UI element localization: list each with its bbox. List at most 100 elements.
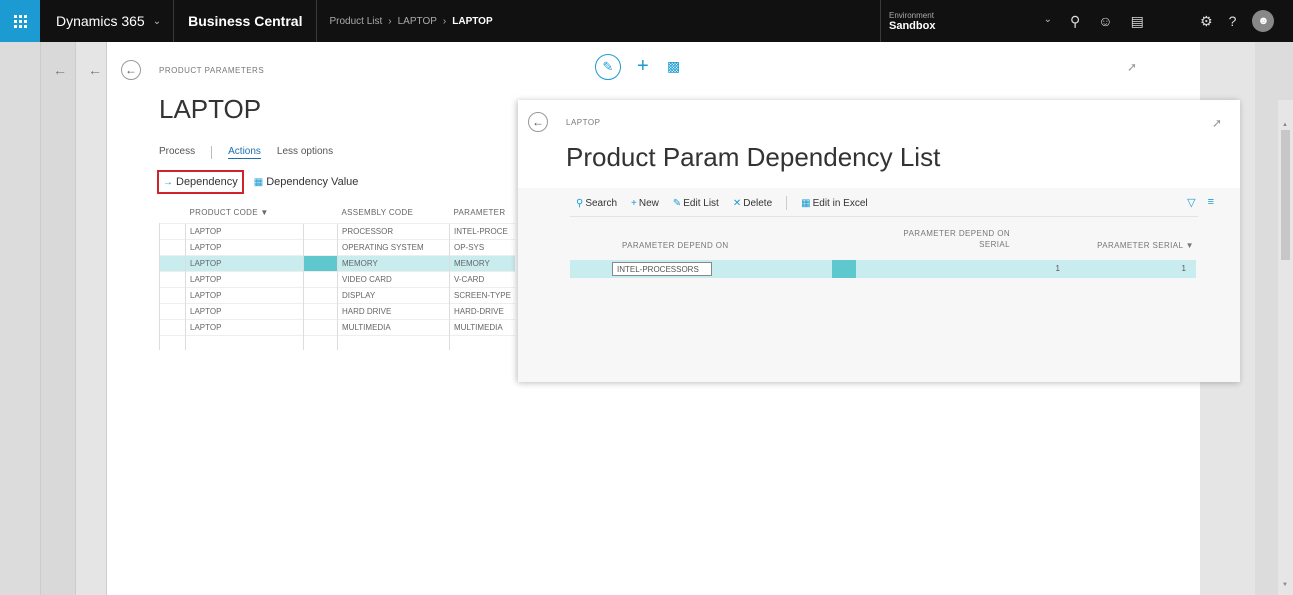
action-menu: Process Actions Less options (159, 146, 333, 159)
app-name[interactable]: Business Central (174, 13, 316, 29)
table-row[interactable]: LAPTOP MULTIMEDIA MULTIMEDIA (159, 319, 515, 336)
dependency-value-label: Dependency Value (266, 176, 359, 188)
table-row[interactable]: LAPTOP HARD DRIVE HARD-DRIVE (159, 303, 515, 320)
back-button[interactable]: ← (121, 60, 141, 80)
row-selector[interactable] (159, 287, 186, 304)
cell-product[interactable]: LAPTOP (185, 303, 304, 320)
cell-product[interactable]: LAPTOP (185, 287, 304, 304)
table-row-selected[interactable]: INTEL-PROCESSORS 1 1 (570, 260, 1196, 278)
cell-assembly[interactable]: VIDEO CARD (337, 271, 450, 288)
column-header-product-code[interactable]: PRODUCT CODE ▼ (186, 202, 304, 224)
lightbulb-icon[interactable]: ⚲ (1070, 13, 1080, 30)
column-header-depend-on[interactable]: PARAMETER DEPEND ON (622, 241, 729, 250)
row-selector[interactable] (159, 319, 186, 336)
breadcrumb-item[interactable]: LAPTOP (398, 16, 437, 27)
cell-assembly[interactable]: MEMORY (337, 255, 450, 272)
app-launcher-button[interactable] (0, 0, 40, 42)
table-row[interactable]: LAPTOP DISPLAY SCREEN-TYPE (159, 287, 515, 304)
edit-in-excel-button[interactable]: ▦ Edit in Excel (801, 198, 867, 209)
delete-button[interactable]: ✕ Delete (733, 198, 772, 209)
gear-icon[interactable]: ⚙ (1200, 13, 1213, 30)
cell-marker (303, 271, 338, 288)
row-selector[interactable] (159, 271, 186, 288)
smiley-icon[interactable]: ☺ (1098, 13, 1112, 29)
cell-parameter[interactable]: INTEL-PROCE (448, 223, 515, 240)
menu-less-options[interactable]: Less options (277, 146, 333, 159)
brand-switcher[interactable]: Dynamics 365 ⌄ (40, 13, 173, 29)
cell-assembly[interactable]: MULTIMEDIA (337, 319, 450, 336)
cell-marker (303, 319, 338, 336)
column-header (160, 202, 186, 224)
column-header-assembly-code[interactable]: ASSEMBLY CODE (338, 202, 450, 224)
table-row[interactable]: LAPTOP OPERATING SYSTEM OP-SYS (159, 239, 515, 256)
column-header-serial[interactable]: PARAMETER SERIAL ▼ (1038, 241, 1194, 250)
help-icon[interactable]: ? (1229, 13, 1237, 29)
row-selector[interactable] (159, 335, 186, 350)
cell-product[interactable]: LAPTOP (185, 271, 304, 288)
cell-parameter[interactable]: MEMORY (448, 255, 515, 272)
cell-parameter[interactable]: SCREEN-TYPE (448, 287, 515, 304)
row-selector[interactable] (159, 239, 186, 256)
table-row[interactable] (159, 335, 515, 350)
cell-parameter[interactable] (448, 335, 515, 350)
table-row[interactable]: LAPTOP PROCESSOR INTEL-PROCE (159, 223, 515, 240)
cell-parameter[interactable]: OP-SYS (448, 239, 515, 256)
depend-on-input[interactable]: INTEL-PROCESSORS (612, 262, 712, 276)
cell-parameter[interactable]: HARD-DRIVE (448, 303, 515, 320)
cell-product[interactable]: LAPTOP (185, 255, 304, 272)
cell-assembly[interactable] (337, 335, 450, 350)
row-selector[interactable] (159, 255, 186, 272)
waffle-icon (13, 14, 27, 28)
scroll-down-icon[interactable]: ▼ (1282, 582, 1288, 588)
back-arrow-icon[interactable]: ← (88, 62, 102, 78)
cell-product[interactable] (185, 335, 304, 350)
notes-icon[interactable]: ▤ (1131, 13, 1144, 30)
cell-marker (303, 239, 338, 256)
cell-product[interactable]: LAPTOP (185, 239, 304, 256)
cell-parameter[interactable]: V-CARD (448, 271, 515, 288)
new-button[interactable]: + (637, 55, 649, 78)
scroll-up-icon[interactable]: ▲ (1282, 122, 1288, 128)
environment-selector[interactable]: Environment Sandbox ⌄ (880, 0, 1060, 42)
cell-parameter[interactable]: MULTIMEDIA (448, 319, 515, 336)
cell-serial[interactable]: 1 (1090, 264, 1186, 273)
avatar[interactable]: ☻ (1252, 10, 1275, 32)
column-header-parameter[interactable]: PARAMETER (450, 202, 515, 224)
cell-assembly[interactable]: OPERATING SYSTEM (337, 239, 450, 256)
edit-list-label: Edit List (683, 197, 719, 209)
new-button[interactable]: + New (631, 198, 659, 209)
edit-list-button[interactable]: ✎ Edit List (673, 198, 719, 209)
row-selector[interactable] (159, 303, 186, 320)
row-selector[interactable] (159, 223, 186, 240)
cell-assembly[interactable]: HARD DRIVE (337, 303, 450, 320)
cell-assembly[interactable]: PROCESSOR (337, 223, 450, 240)
expand-icon[interactable]: ➚ (1127, 60, 1137, 74)
dependency-icon: → (163, 176, 173, 188)
topbar-icons-right: ⚙ ? ☻ (1200, 0, 1275, 42)
cell-depend-on-serial[interactable]: 1 (970, 264, 1060, 273)
dependency-value-button[interactable]: ▦ Dependency Value (254, 176, 359, 188)
scrollbar-thumb[interactable] (1281, 130, 1290, 260)
table-row[interactable]: LAPTOP VIDEO CARD V-CARD (159, 271, 515, 288)
page-title: LAPTOP (159, 94, 262, 124)
edit-button[interactable]: ✎ (595, 54, 621, 80)
breadcrumb-separator-icon: › (388, 15, 392, 27)
menu-process[interactable]: Process (159, 146, 195, 159)
menu-actions[interactable]: Actions (228, 146, 261, 159)
filter-icon[interactable]: ▽ (1187, 196, 1195, 209)
delete-icon[interactable]: ▩ (667, 58, 680, 75)
dependency-button[interactable]: → Dependency (157, 170, 244, 194)
list-view-icon[interactable]: ≡ (1208, 196, 1214, 209)
column-header-depend-on-serial[interactable]: PARAMETER DEPEND ON SERIAL (866, 228, 1010, 250)
back-arrow-icon[interactable]: ← (53, 62, 67, 78)
breadcrumb-item[interactable]: Product List (329, 16, 382, 27)
expand-icon[interactable]: ➚ (1212, 116, 1222, 130)
scrollbar[interactable]: ▲ ▼ (1278, 100, 1293, 595)
divider (570, 216, 1198, 217)
cell-product[interactable]: LAPTOP (185, 319, 304, 336)
table-row-selected[interactable]: LAPTOP MEMORY MEMORY (159, 255, 515, 272)
back-button[interactable]: ← (528, 112, 548, 132)
cell-assembly[interactable]: DISPLAY (337, 287, 450, 304)
cell-product[interactable]: LAPTOP (185, 223, 304, 240)
search-button[interactable]: ⚲ Search (576, 198, 617, 209)
